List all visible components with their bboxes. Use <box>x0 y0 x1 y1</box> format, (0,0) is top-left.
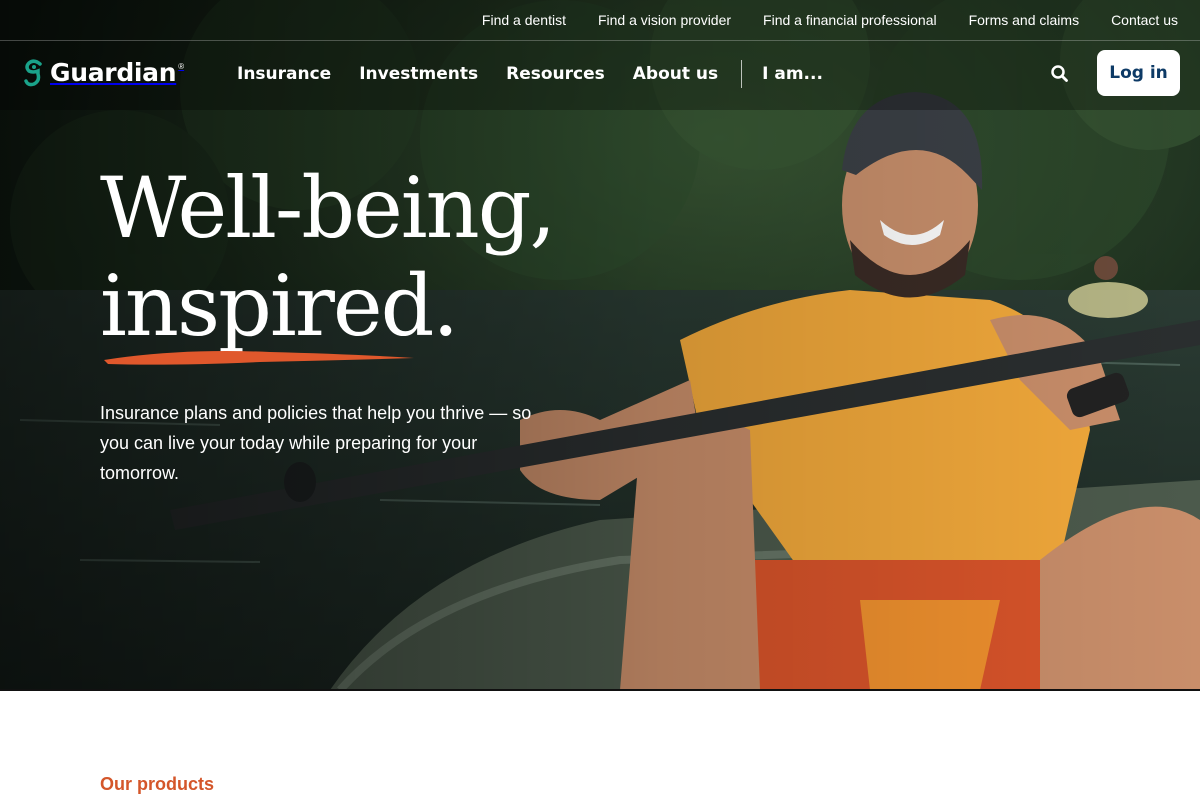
utility-links: Find a dentist Find a vision provider Fi… <box>482 0 1178 40</box>
guardian-logo[interactable]: Guardian ® <box>24 58 188 87</box>
hero-section: Find a dentist Find a vision provider Fi… <box>0 0 1200 690</box>
nav-item-investments[interactable]: Investments <box>359 64 478 84</box>
utility-bar: Find a dentist Find a vision provider Fi… <box>0 0 1200 41</box>
hero-headline: Well-being, inspired. <box>100 159 556 365</box>
headline-line-1: Well-being, <box>100 159 556 257</box>
hero-bottom-border <box>0 689 1200 691</box>
nav-divider <box>741 60 743 88</box>
nav-item-resources[interactable]: Resources <box>506 64 605 84</box>
utility-link-forms-claims[interactable]: Forms and claims <box>969 12 1079 28</box>
our-products-heading: Our products <box>100 774 215 794</box>
utility-link-find-financial-professional[interactable]: Find a financial professional <box>763 12 937 28</box>
brand-trademark: ® <box>178 62 185 71</box>
hero-subtext: Insurance plans and policies that help y… <box>100 403 532 483</box>
search-button[interactable] <box>1048 62 1072 86</box>
main-nav: Insurance Investments Resources About us… <box>237 60 851 88</box>
guardian-g-icon <box>24 59 42 86</box>
headline-line-2: inspired. <box>100 257 459 355</box>
utility-link-find-vision-provider[interactable]: Find a vision provider <box>598 12 731 28</box>
brand-name: Guardian <box>50 58 177 87</box>
search-icon <box>1051 65 1068 82</box>
nav-item-insurance[interactable]: Insurance <box>237 64 331 84</box>
utility-link-find-dentist[interactable]: Find a dentist <box>482 12 566 28</box>
nav-item-about-us[interactable]: About us <box>633 64 718 84</box>
login-button[interactable]: Log in <box>1097 50 1180 96</box>
nav-item-i-am[interactable]: I am... <box>762 64 823 84</box>
utility-link-contact-us[interactable]: Contact us <box>1111 12 1178 28</box>
headline-underline-swash <box>104 351 414 365</box>
